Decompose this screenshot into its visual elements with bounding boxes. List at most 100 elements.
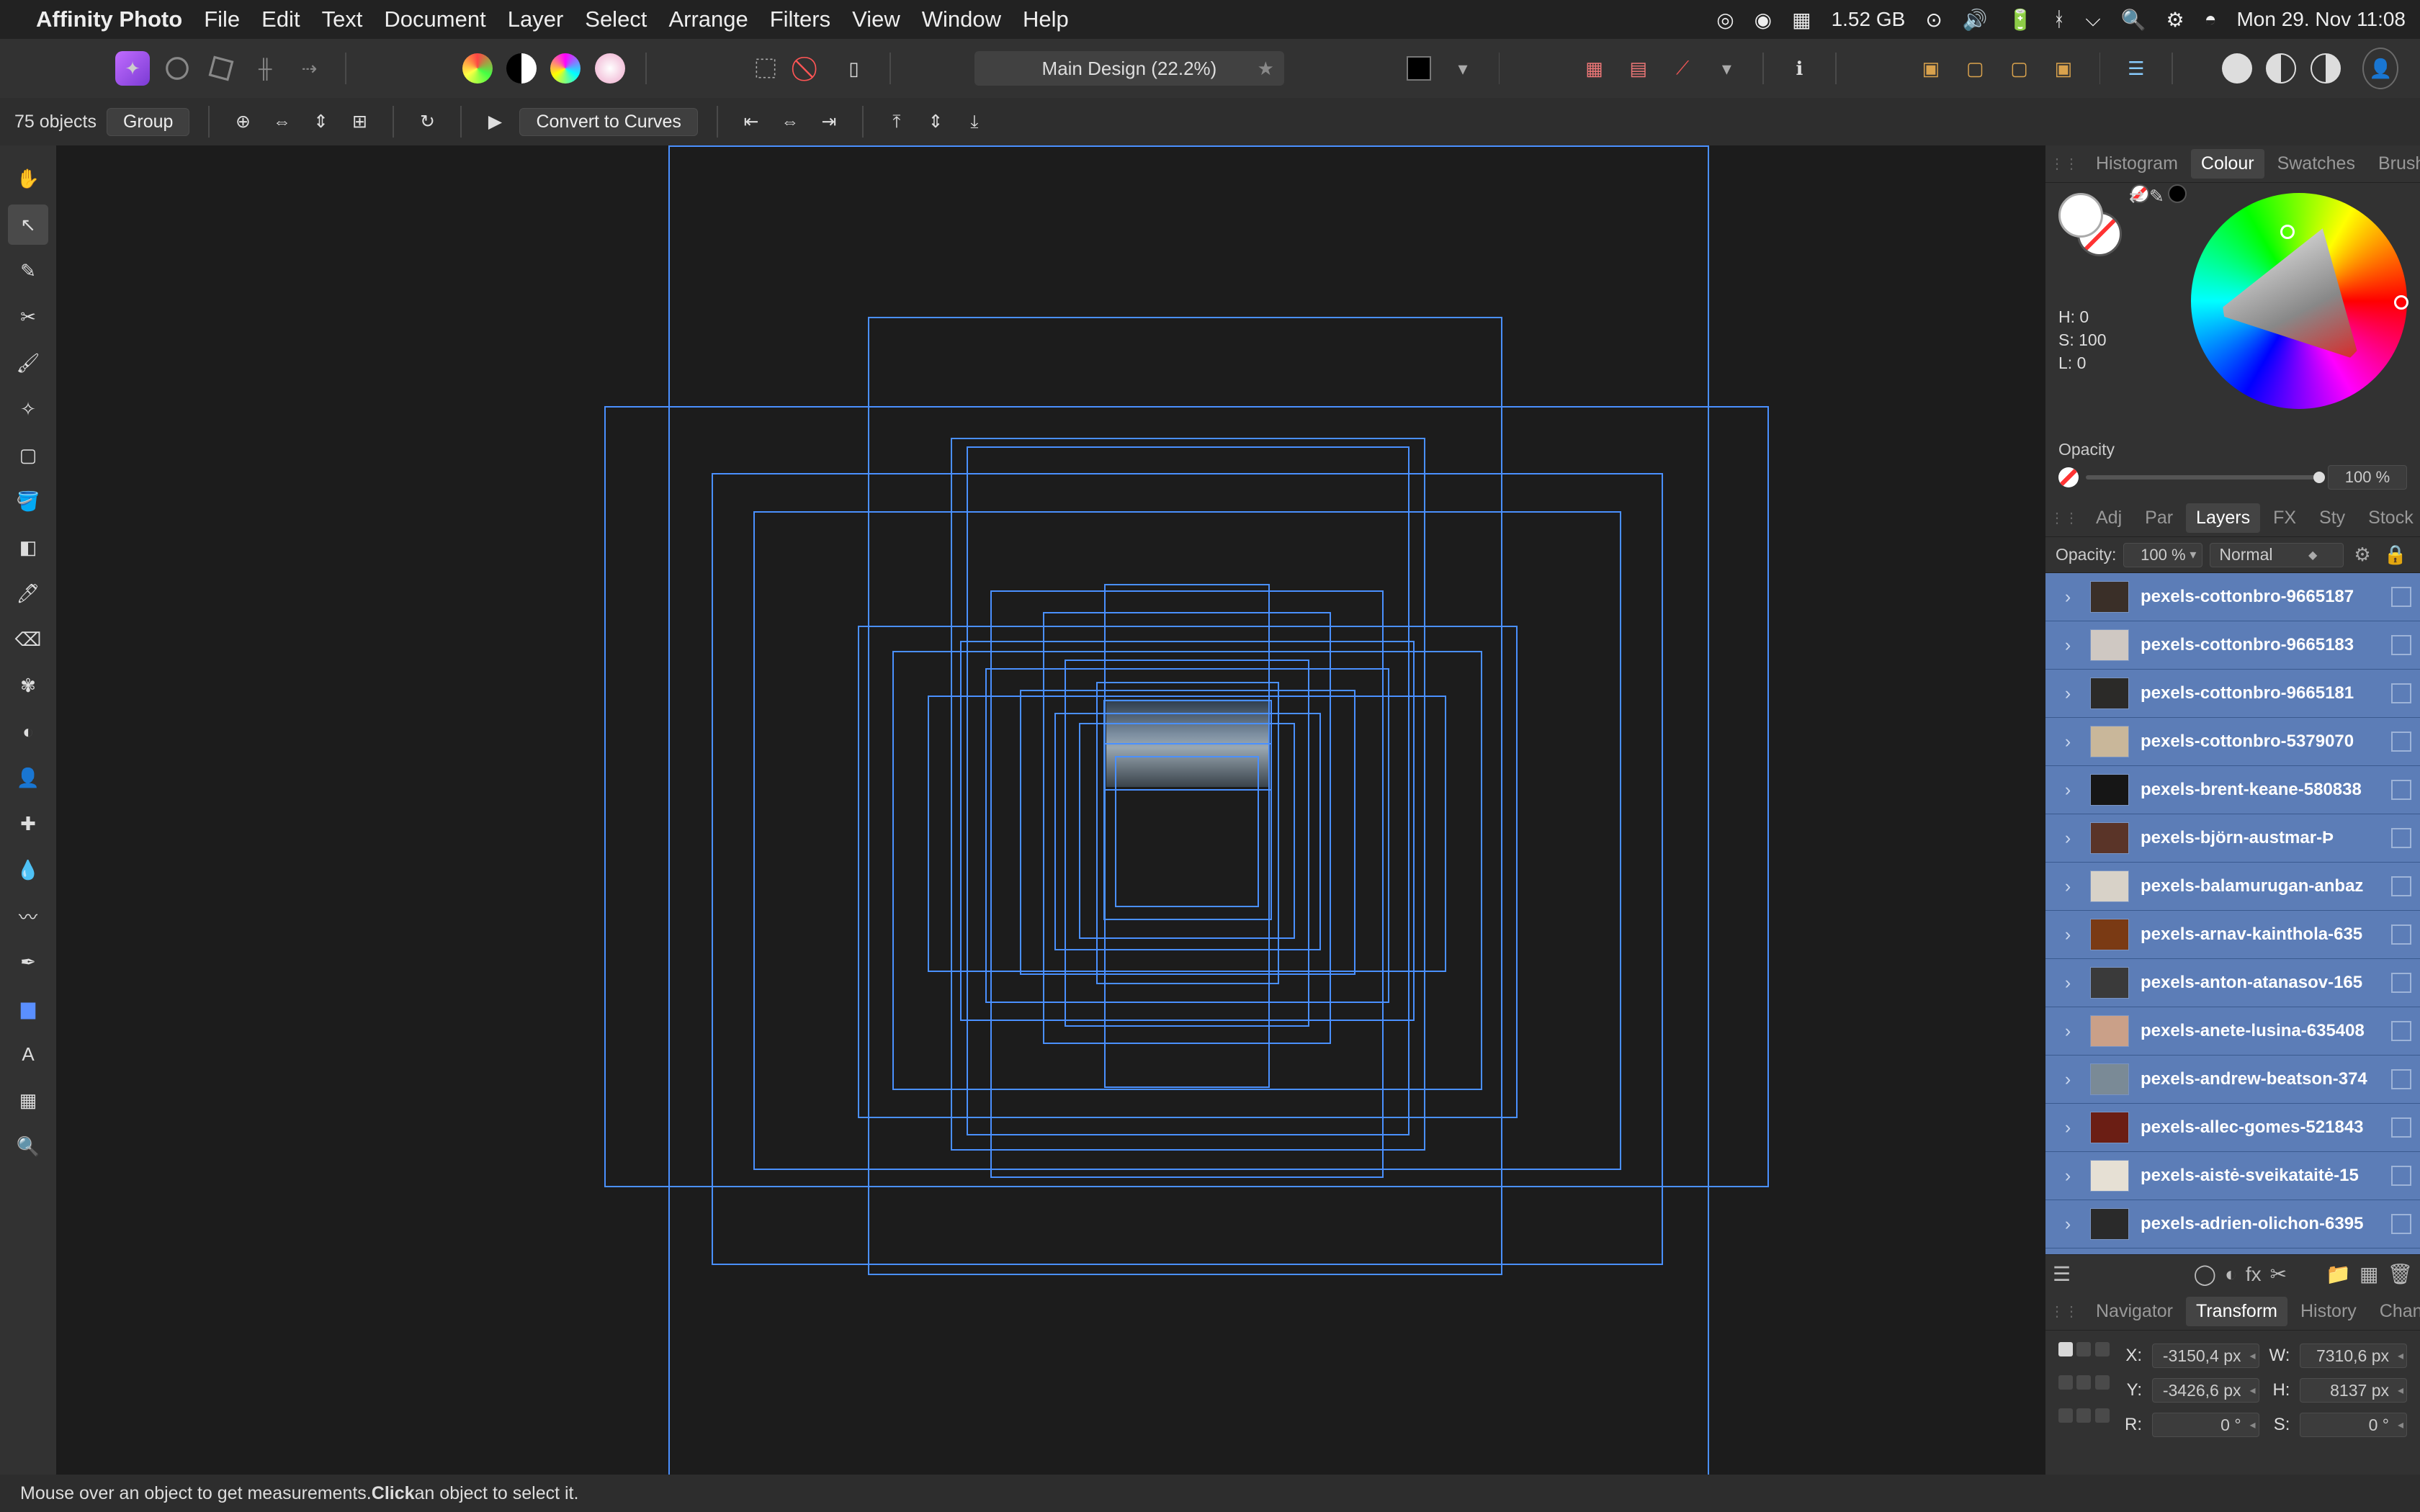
delete-layer-icon[interactable]: 🗑 [2387,1262,2413,1286]
layer-row[interactable]: ›pexels-anete-lusina-635408 [2045,1007,2420,1056]
snap-dropdown[interactable]: ▾ [1710,48,1744,89]
w-field[interactable]: 7310,6 px [2300,1344,2407,1368]
align-icon-1[interactable]: ⊕ [228,107,257,136]
layer-visibility-checkbox[interactable] [2391,1214,2411,1234]
canvas[interactable] [56,145,2045,1475]
s-field[interactable]: 0 ° [2300,1413,2407,1437]
layer-expand-icon[interactable]: › [2045,973,2090,994]
layer-expand-icon[interactable]: › [2045,683,2090,704]
tab-fx[interactable]: FX [2263,503,2306,533]
layer-options-icon[interactable]: ⚙ [2351,544,2373,566]
marquee-tool[interactable]: ▢ [8,435,48,475]
fill-stroke-swatches[interactable] [2058,193,2130,251]
crop-layer-icon[interactable]: ✂ [2270,1262,2287,1286]
layer-visibility-checkbox[interactable] [2391,876,2411,896]
zoom-tool[interactable]: 🔍 [8,1126,48,1166]
panel-grip-icon[interactable]: ⋮⋮ [2050,155,2079,173]
menu-help[interactable]: Help [1023,6,1069,32]
layer-row[interactable]: ›pexels-balamurugan-anbaz [2045,863,2420,911]
tab-paragraph[interactable]: Par [2135,503,2183,533]
play-icon[interactable]: ▶ [480,107,509,136]
arrange-front-button[interactable]: ▣ [1914,48,1948,89]
liquify-persona-button[interactable] [160,48,194,89]
document-tab[interactable]: Main Design (22.2%) ★ [974,51,1284,86]
layer-list[interactable]: ›pexels-cottonbro-9665187 ›pexels-cottonb… [2045,573,2420,1254]
layer-opacity-field[interactable]: 100 % [2123,543,2202,567]
erase-tool[interactable]: ⌫ [8,619,48,660]
layer-expand-icon[interactable]: › [2045,1069,2090,1090]
tab-histogram[interactable]: Histogram [2086,149,2188,179]
develop-persona-button[interactable] [204,48,238,89]
x-field[interactable]: -3150,4 px [2152,1344,2259,1368]
halign-left-icon[interactable]: ⇤ [737,107,766,136]
account-button[interactable]: 👤 [2362,48,2398,89]
hue-handle[interactable] [2394,295,2408,310]
layer-row[interactable]: ›pexels-arnav-kainthola-635 [2045,911,2420,959]
layer-row[interactable]: ›pexels-cottonbro-9665187 [2045,573,2420,621]
dodge-tool[interactable]: ◐ [8,711,48,752]
blur-tool[interactable]: 💧 [8,850,48,890]
layer-visibility-checkbox[interactable] [2391,683,2411,703]
inpaint-tool[interactable]: 👤 [8,757,48,798]
boolean-subtract-button[interactable] [2264,48,2298,89]
tab-transform[interactable]: Transform [2186,1297,2287,1326]
battery-icon[interactable]: 🔋 [2008,8,2033,32]
tab-navigator[interactable]: Navigator [2086,1297,2183,1326]
selection-outline[interactable] [1103,700,1272,791]
group-button[interactable]: Group [107,108,189,136]
layer-row[interactable]: ›pexels-björn-austmar-Þ [2045,814,2420,863]
menu-filters[interactable]: Filters [770,6,830,32]
app-name[interactable]: Affinity Photo [36,6,182,32]
lock-icon[interactable]: 🔒 [2381,544,2410,566]
menu-document[interactable]: Document [384,6,485,32]
layer-row[interactable]: ›pexels-anton-atanasov-165 [2045,959,2420,1007]
assistant-button[interactable]: ℹ [1783,48,1816,89]
layer-visibility-checkbox[interactable] [2391,973,2411,993]
tab-channels[interactable]: Channels [2370,1297,2420,1326]
layer-row[interactable]: ›pexels-cottonbro-5379070 [2045,718,2420,766]
adjustment-icon[interactable]: ◐ [2225,1263,2237,1286]
opacity-slider[interactable] [2086,475,2321,480]
r-field[interactable]: 0 ° [2152,1413,2259,1437]
align-dropdown[interactable]: ☰ [2119,48,2153,89]
layer-expand-icon[interactable]: › [2045,587,2090,608]
favourite-icon[interactable]: ★ [1258,58,1274,80]
text-tool[interactable]: A [8,1034,48,1074]
layer-row[interactable]: ›pexels-adrien-olichon-6395 [2045,1200,2420,1248]
layer-expand-icon[interactable]: › [2045,732,2090,752]
mesh-tool[interactable]: ▦ [8,1080,48,1120]
layer-visibility-checkbox[interactable] [2391,1166,2411,1186]
layer-expand-icon[interactable]: › [2045,876,2090,897]
h-field[interactable]: 8137 px [2300,1378,2407,1403]
tab-history[interactable]: History [2290,1297,2367,1326]
layer-expand-icon[interactable]: › [2045,1214,2090,1235]
menu-select[interactable]: Select [585,6,647,32]
menu-text[interactable]: Text [322,6,363,32]
clock[interactable]: Mon 29. Nov 11:08 [2236,8,2406,31]
export-persona-button[interactable]: ⇢ [292,48,326,89]
arrange-back-button[interactable]: ▣ [2046,48,2080,89]
align-icon-2[interactable]: ⇔ [267,107,296,136]
layer-row[interactable]: ›pexels-allec-gomes-521843 [2045,1104,2420,1152]
pen-tool[interactable]: ✒ [8,942,48,982]
tab-adjustments[interactable]: Adj [2086,503,2132,533]
layer-expand-icon[interactable]: › [2045,828,2090,849]
tone-map-persona-button[interactable]: ╫ [248,48,282,89]
colour-wheel[interactable] [2191,193,2407,409]
blend-mode-dropdown[interactable]: Normal [2210,543,2344,567]
arrange-backward-button[interactable]: ▢ [2002,48,2036,89]
snap-grid-button[interactable]: ▦ [1577,48,1611,89]
fill-dropdown[interactable]: ▾ [1446,48,1479,89]
align-icon-3[interactable]: ⇕ [306,107,335,136]
volume-icon[interactable]: 🔊 [1963,8,1988,32]
arrange-forward-button[interactable]: ▢ [1958,48,1992,89]
gradient-tool[interactable]: ◧ [8,527,48,567]
lab-button[interactable] [593,48,627,89]
flood-fill-tool[interactable]: 🪣 [8,481,48,521]
boolean-add-button[interactable] [2220,48,2254,89]
no-colour-icon[interactable] [2058,467,2079,487]
rotate-icon[interactable]: ↻ [413,107,442,136]
group-layers-icon[interactable]: 📁 [2326,1262,2351,1286]
tab-brushes[interactable]: Brushes [2368,149,2420,179]
menu-view[interactable]: View [852,6,900,32]
